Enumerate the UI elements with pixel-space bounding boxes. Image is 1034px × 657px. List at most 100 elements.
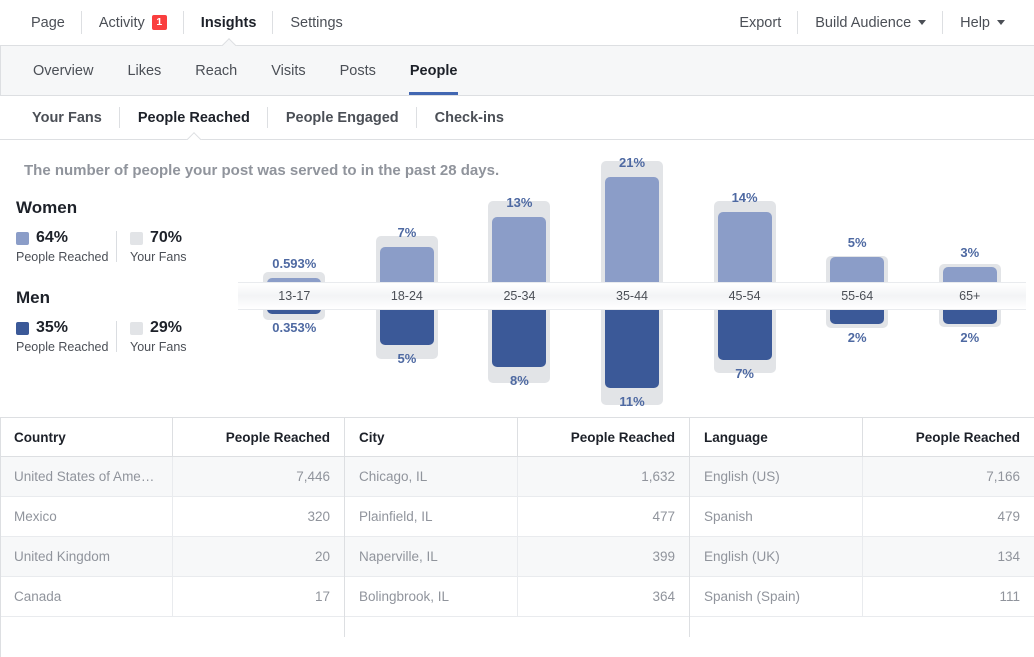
subtab-your-fans[interactable]: Your Fans [14, 96, 120, 139]
column-header-language[interactable]: Language [690, 418, 862, 457]
table-row[interactable]: Plainfield, IL 477 [345, 496, 689, 537]
people-subsection-tabs: Your Fans People Reached People Engaged Che… [0, 96, 1034, 140]
tab-label: Visits [271, 62, 306, 79]
top-nav-item-page[interactable]: Page [14, 0, 82, 45]
legend-percent-value: 64% [36, 229, 69, 246]
tab-posts[interactable]: Posts [323, 46, 393, 95]
women-reached-bar [492, 217, 547, 286]
cell-city-name: Chicago, IL [345, 456, 517, 497]
legend-percent-value: 35% [36, 319, 69, 336]
legend-group-men: Men 35% People Reached 29% Your Fans [16, 288, 226, 354]
legend-percent-row: 70% [130, 229, 208, 247]
cell-people-reached-value: 399 [516, 536, 689, 577]
legend-item-women-reached: 64% People Reached [16, 229, 112, 264]
women-reached-bar [379, 247, 434, 286]
subtab-label: Your Fans [32, 109, 102, 126]
language-table: Language People Reached English (US) 7,166 S… [690, 418, 1034, 617]
legend-percent-value: 29% [150, 319, 183, 336]
women-percent-label: 0.593% [272, 256, 317, 271]
table-row[interactable]: Spanish (Spain) 111 [690, 576, 1034, 617]
table-row[interactable]: Naperville, IL 399 [345, 536, 689, 577]
legend-percent-row: 35% [16, 319, 112, 337]
table-row[interactable]: Canada 17 [0, 576, 344, 617]
cell-people-reached-value: 134 [861, 536, 1034, 577]
subtab-people-reached[interactable]: People Reached [120, 96, 268, 139]
women-percent-label: 13% [506, 195, 533, 210]
table-row[interactable]: Spanish 479 [690, 496, 1034, 537]
cell-country-name: Mexico [0, 496, 172, 537]
active-tab-notch-icon [220, 37, 238, 46]
subtab-check-ins[interactable]: Check-ins [417, 96, 522, 139]
men-percent-label: 0.353% [272, 320, 317, 335]
men-reached-bar [717, 306, 772, 360]
legend-color-swatch-icon [130, 321, 143, 335]
cell-city-name: Plainfield, IL [345, 496, 517, 537]
cell-people-reached-value: 477 [516, 496, 689, 537]
tab-visits[interactable]: Visits [254, 46, 322, 95]
cell-city-name: Naperville, IL [345, 536, 517, 577]
column-header-people-reached[interactable]: People Reached [516, 418, 689, 457]
top-nav-action-export[interactable]: Export [722, 0, 799, 45]
table-header-row: City People Reached [345, 418, 689, 457]
column-header-country[interactable]: Country [0, 418, 172, 457]
top-nav-left-group: Page Activity 1 Insights Settings [0, 0, 360, 45]
cell-people-reached-value: 111 [861, 576, 1034, 617]
cell-people-reached-value: 364 [516, 576, 689, 617]
column-header-people-reached[interactable]: People Reached [861, 418, 1034, 457]
subtab-label: People Reached [137, 109, 250, 126]
men-reached-bar [605, 306, 660, 388]
column-header-people-reached[interactable]: People Reached [171, 418, 344, 457]
tab-overview[interactable]: Overview [16, 46, 110, 95]
tab-label: People [409, 62, 458, 79]
tab-people[interactable]: People [393, 46, 475, 95]
table-row[interactable]: English (US) 7,166 [690, 456, 1034, 497]
cell-people-reached-value: 7,166 [861, 456, 1034, 497]
top-nav-item-label: Activity [98, 14, 145, 31]
table-row[interactable]: Mexico 320 [0, 496, 344, 537]
age-range-label: 35-44 [616, 289, 649, 303]
men-percent-label: 5% [397, 351, 417, 367]
legend-series-label: Your Fans [130, 340, 187, 354]
top-nav-item-activity[interactable]: Activity 1 [82, 0, 184, 45]
subtab-people-engaged[interactable]: People Engaged [268, 96, 417, 139]
men-percent-label: 8% [510, 372, 529, 388]
top-nav-action-build-audience[interactable]: Build Audience [798, 0, 944, 45]
language-table-wrapper: Language People Reached English (US) 7,166 S… [690, 418, 1034, 637]
cell-language-name: English (UK) [690, 536, 862, 577]
column-header-city[interactable]: City [345, 418, 517, 457]
age-range-label: 45-54 [728, 289, 761, 303]
top-nav-action-label: Export [739, 14, 782, 31]
top-nav-item-settings[interactable]: Settings [273, 0, 359, 45]
table-header-row: Language People Reached [690, 418, 1034, 457]
city-table: City People Reached Chicago, IL 1,632 Plainf… [345, 418, 689, 617]
table-header-row: Country People Reached [0, 418, 344, 457]
top-nav-item-insights[interactable]: Insights [184, 0, 274, 45]
tab-reach[interactable]: Reach [178, 46, 254, 95]
demographics-tables: Country People Reached United States of Am… [0, 418, 1034, 637]
legend-item-men-reached: 35% People Reached [16, 319, 112, 354]
legend-percent-row: 29% [130, 319, 208, 337]
country-table-wrapper: Country People Reached United States of Am… [0, 418, 345, 637]
table-row[interactable]: United States of America 7,446 [0, 456, 344, 497]
men-percent-label: 2% [960, 330, 980, 346]
table-row[interactable]: English (UK) 134 [690, 536, 1034, 577]
table-row[interactable]: Chicago, IL 1,632 [345, 456, 689, 497]
women-percent-label: 14% [731, 190, 758, 205]
men-reached-bar [492, 306, 547, 367]
legend-color-swatch-icon [16, 231, 29, 245]
top-nav-item-label: Page [31, 14, 65, 31]
tab-likes[interactable]: Likes [110, 46, 178, 95]
table-row[interactable]: Bolingbrook, IL 364 [345, 576, 689, 617]
cell-country-name: United States of America [0, 456, 172, 497]
age-range-label: 55-64 [841, 289, 874, 303]
table-row[interactable]: United Kingdom 20 [0, 536, 344, 577]
legend-group-title: Men [16, 288, 50, 307]
top-nav-action-help[interactable]: Help [943, 0, 1022, 45]
top-nav-action-label: Help [960, 14, 990, 31]
chart-legend: Women 64% People Reached 70% Your Fans Men 35%… [16, 198, 226, 378]
demographics-chart-section: The number of people your post was serve… [0, 140, 1034, 418]
insights-section-tabs: Overview Likes Reach Visits Posts People [0, 46, 1034, 96]
top-nav-action-label: Build Audience [815, 14, 912, 31]
legend-item-men-fans: 29% Your Fans [112, 319, 208, 354]
legend-row: 35% People Reached 29% Your Fans [16, 319, 226, 354]
